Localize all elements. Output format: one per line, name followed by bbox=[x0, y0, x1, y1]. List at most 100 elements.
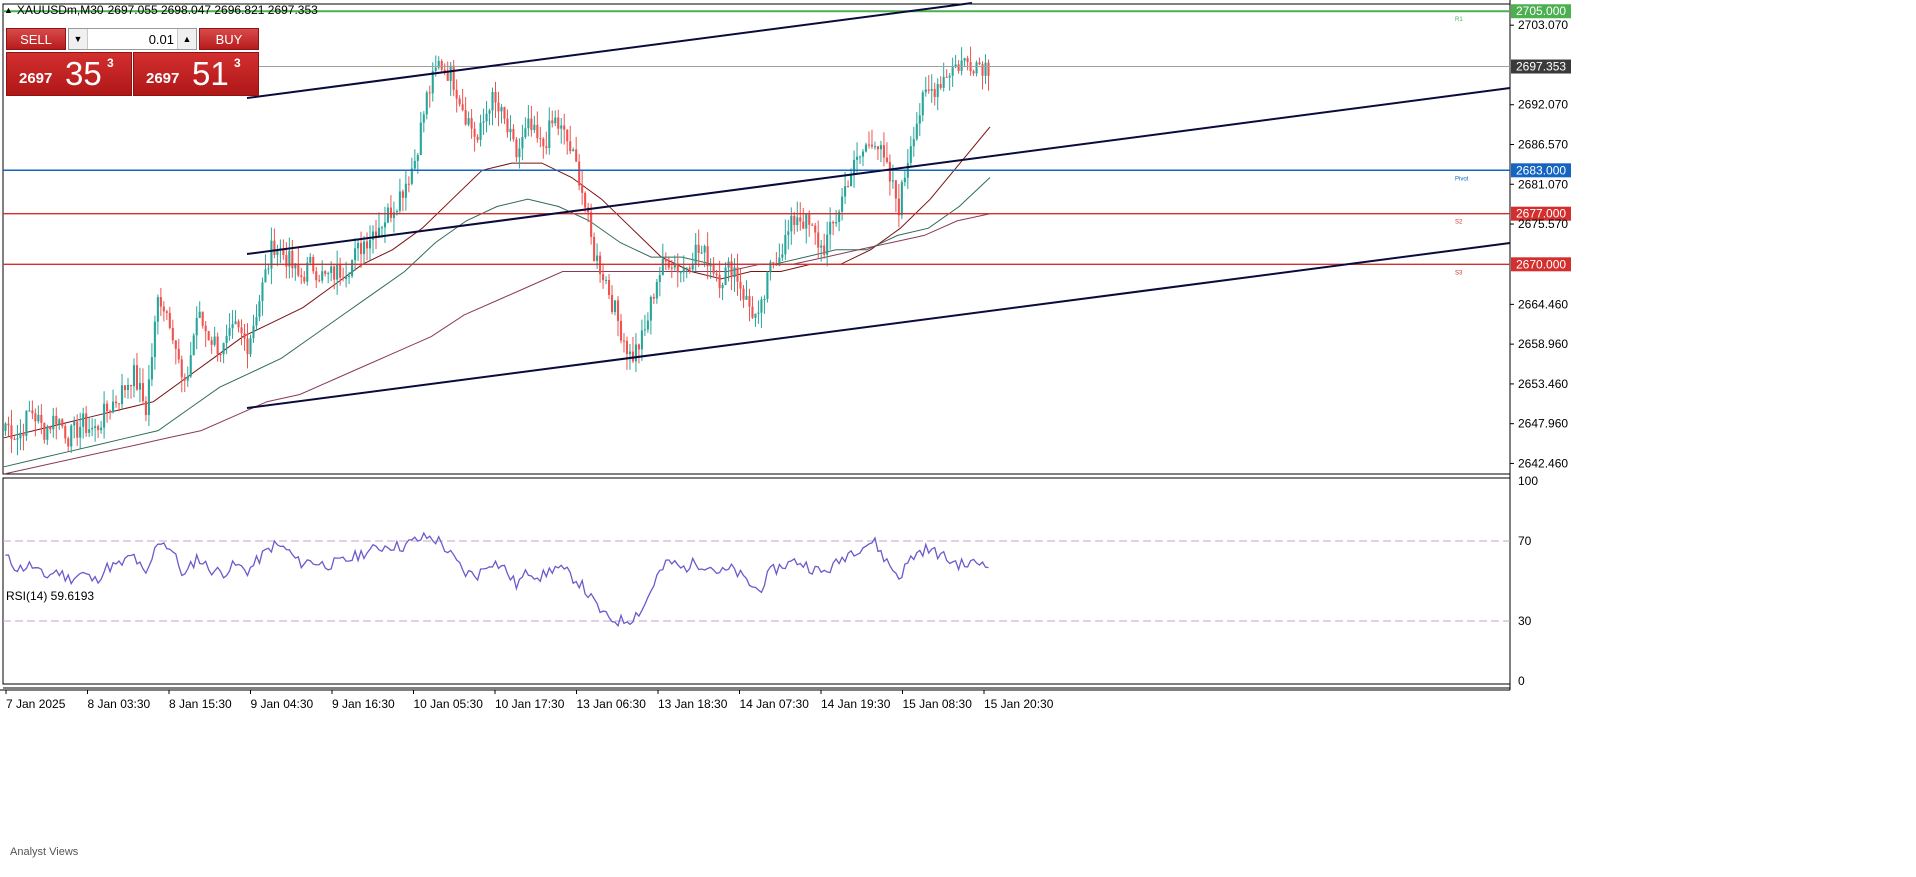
candle-body bbox=[685, 267, 688, 269]
candle-body bbox=[631, 351, 634, 362]
candle-body bbox=[610, 295, 614, 312]
x-tick-label: 7 Jan 2025 bbox=[6, 697, 66, 711]
candle-body bbox=[31, 410, 34, 414]
candle-body bbox=[291, 250, 294, 269]
candle-body bbox=[584, 192, 587, 208]
candle-body bbox=[867, 144, 871, 146]
candle-body bbox=[521, 137, 524, 149]
x-tick-label: 15 Jan 20:30 bbox=[984, 697, 1054, 711]
channel-trendline[interactable] bbox=[246, 2, 973, 99]
buy-price-box[interactable]: 2697 51 3 bbox=[133, 52, 259, 96]
candle-body bbox=[736, 267, 739, 282]
candle-body bbox=[915, 123, 918, 140]
candle-body bbox=[129, 385, 133, 387]
candle-body bbox=[524, 128, 527, 138]
candle-body bbox=[646, 320, 649, 330]
candle-body bbox=[357, 242, 360, 249]
lot-size-value[interactable]: 0.01 bbox=[149, 32, 174, 47]
candle-body bbox=[936, 84, 939, 97]
collapse-triangle-icon[interactable]: ▲ bbox=[4, 5, 13, 15]
candle-body bbox=[141, 383, 144, 402]
candle-body bbox=[945, 76, 948, 78]
sell-button[interactable]: SELL bbox=[6, 28, 66, 50]
candle-body bbox=[754, 313, 757, 318]
candle-body bbox=[539, 138, 542, 140]
candle-body bbox=[162, 306, 165, 312]
candle-body bbox=[972, 71, 975, 74]
candle-body bbox=[593, 236, 596, 261]
candle-body bbox=[360, 242, 363, 255]
candle-body bbox=[805, 214, 808, 229]
candle-body bbox=[802, 221, 805, 229]
candle-body bbox=[978, 62, 981, 65]
candle-body bbox=[820, 245, 823, 248]
candle-body bbox=[306, 262, 309, 282]
candle-body bbox=[46, 426, 49, 440]
y-tick-label: 2664.460 bbox=[1518, 297, 1568, 311]
analyst-views-label[interactable]: Analyst Views bbox=[10, 846, 78, 858]
lot-size-field[interactable]: ▼ 0.01 ▲ bbox=[68, 28, 197, 50]
candle-body bbox=[903, 177, 906, 183]
price-chart[interactable]: R12705.0002697.353Pivot2683.000S22677.00… bbox=[0, 0, 1916, 874]
candle-body bbox=[476, 136, 479, 140]
candle-body bbox=[13, 439, 16, 441]
candle-body bbox=[975, 62, 978, 74]
candle-body bbox=[817, 232, 820, 248]
candle-body bbox=[67, 438, 70, 447]
candle-body bbox=[569, 141, 572, 152]
candle-body bbox=[485, 113, 488, 122]
candle-body bbox=[120, 385, 124, 405]
candle-body bbox=[434, 67, 437, 72]
candle-body bbox=[518, 148, 521, 158]
candle-body bbox=[73, 421, 76, 426]
sell-price-big: 35 bbox=[65, 55, 102, 92]
candle-body bbox=[742, 288, 745, 300]
candle-body bbox=[796, 217, 799, 226]
candle-body bbox=[428, 92, 431, 94]
candle-body bbox=[733, 267, 736, 278]
candle-body bbox=[79, 426, 82, 438]
candle-body bbox=[832, 221, 835, 224]
candle-body bbox=[882, 145, 885, 158]
sell-price-box[interactable]: 2697 35 3 bbox=[6, 52, 132, 96]
y-tick-label: 2658.960 bbox=[1518, 337, 1568, 351]
candle-body bbox=[452, 65, 455, 90]
buy-button[interactable]: BUY bbox=[199, 28, 259, 50]
candle-body bbox=[126, 385, 130, 391]
candle-body bbox=[790, 215, 793, 232]
lot-decrease-icon[interactable]: ▼ bbox=[69, 29, 88, 49]
candle-body bbox=[246, 338, 249, 355]
candle-body bbox=[885, 157, 888, 163]
candle-body bbox=[912, 139, 915, 147]
candle-body bbox=[144, 401, 147, 416]
candle-body bbox=[625, 340, 629, 355]
channel-trendline[interactable] bbox=[246, 242, 1511, 409]
candle-body bbox=[28, 410, 31, 412]
candle-body bbox=[368, 239, 372, 249]
x-tick-label: 14 Jan 07:30 bbox=[740, 697, 810, 711]
candle-body bbox=[563, 125, 566, 130]
candle-body bbox=[204, 325, 207, 332]
candle-body bbox=[724, 267, 727, 285]
lot-increase-icon[interactable]: ▲ bbox=[177, 29, 196, 49]
candle-body bbox=[207, 331, 210, 341]
candle-body bbox=[688, 267, 691, 270]
candle-body bbox=[939, 84, 942, 88]
candle-body bbox=[909, 146, 912, 164]
rsi-level-label: 30 bbox=[1518, 614, 1532, 628]
candle-body bbox=[213, 336, 216, 345]
candle-body bbox=[327, 273, 330, 275]
candle-body bbox=[243, 333, 246, 339]
chart-window[interactable]: R1 2705.000 2697.353 Pivot 2683.000 S2 2677.00… bbox=[0, 0, 1916, 874]
candle-body bbox=[156, 297, 159, 322]
candle-body bbox=[249, 338, 252, 355]
candle-body bbox=[551, 120, 554, 124]
candle-body bbox=[112, 401, 115, 413]
candle-body bbox=[117, 403, 121, 405]
candle-body bbox=[16, 438, 19, 440]
candle-body bbox=[351, 260, 354, 277]
candle-body bbox=[4, 423, 7, 431]
candle-body bbox=[751, 306, 754, 318]
candle-body bbox=[841, 196, 844, 212]
candle-body bbox=[168, 312, 171, 328]
